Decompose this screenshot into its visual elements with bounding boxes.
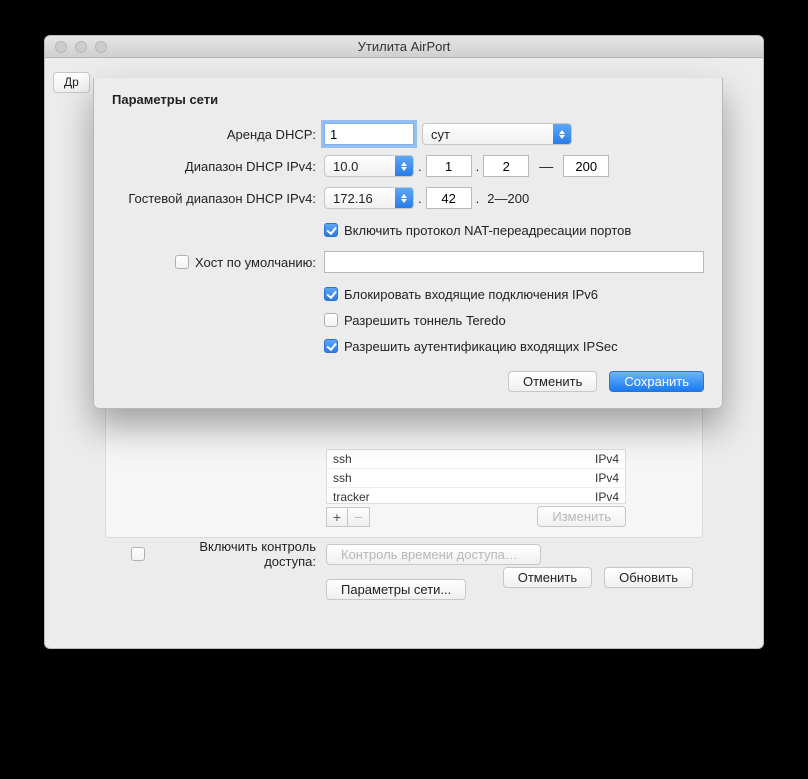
sheet-save-button[interactable]: Сохранить	[609, 371, 704, 392]
checkbox-icon	[175, 255, 189, 269]
dhcp-range-label: Диапазон DHCP IPv4:	[112, 159, 324, 174]
add-button[interactable]: +	[326, 507, 348, 527]
default-host-checkbox[interactable]: Хост по умолчанию:	[175, 255, 316, 270]
checkbox-icon	[131, 547, 145, 561]
sheet-title: Параметры сети	[112, 92, 704, 107]
zoom-icon[interactable]	[95, 41, 107, 53]
network-params-sheet: Параметры сети Аренда DHCP: сут Диапазон…	[93, 78, 723, 409]
dhcp-lease-unit-select[interactable]: сут	[422, 123, 572, 145]
ipsec-checkbox[interactable]: Разрешить аутентификацию входящих IPSec	[324, 339, 618, 354]
guest-range-static: 2—200	[487, 191, 529, 206]
chevron-updown-icon	[553, 124, 571, 144]
titlebar: Утилита AirPort	[45, 36, 763, 58]
block-ipv6-checkbox[interactable]: Блокировать входящие подключения IPv6	[324, 287, 598, 302]
sheet-footer: Отменить Сохранить	[112, 371, 704, 392]
edit-button[interactable]: Изменить	[537, 506, 626, 527]
dhcp-lease-label: Аренда DHCP:	[112, 127, 324, 142]
checkbox-icon	[324, 287, 338, 301]
sheet-cancel-button[interactable]: Отменить	[508, 371, 597, 392]
teredo-checkbox[interactable]: Разрешить тоннель Teredo	[324, 313, 506, 328]
remove-button[interactable]: −	[348, 507, 370, 527]
update-button[interactable]: Обновить	[604, 567, 693, 588]
guest-range-oct-input[interactable]	[426, 187, 472, 209]
dhcp-range-oct2-input[interactable]	[483, 155, 529, 177]
dhcp-range-oct1-input[interactable]	[426, 155, 472, 177]
checkbox-icon	[324, 339, 338, 353]
guest-subnet-select[interactable]: 172.16	[324, 187, 414, 209]
app-window: Утилита AirPort Др ssh IPv4 ss	[44, 35, 764, 649]
guest-range-label: Гостевой диапазон DHCP IPv4:	[112, 191, 324, 206]
traffic-lights	[45, 41, 107, 53]
list-item[interactable]: tracker IPv4	[327, 488, 625, 503]
list-item[interactable]: ssh IPv4	[327, 469, 625, 488]
dhcp-lease-input[interactable]	[324, 123, 414, 145]
close-icon[interactable]	[55, 41, 67, 53]
checkbox-icon	[324, 223, 338, 237]
nat-pmp-checkbox[interactable]: Включить протокол NAT-переадресации порт…	[324, 223, 631, 238]
chevron-updown-icon	[395, 156, 413, 176]
dhcp-range-end-input[interactable]	[563, 155, 609, 177]
dhcp-subnet-select[interactable]: 10.0	[324, 155, 414, 177]
window-title: Утилита AirPort	[45, 39, 763, 54]
access-time-button[interactable]: Контроль времени доступа…	[326, 544, 541, 565]
port-list[interactable]: ssh IPv4 ssh IPv4 tracker IPv4	[326, 449, 626, 504]
network-params-button[interactable]: Параметры сети...	[326, 579, 466, 600]
window-content: Др ssh IPv4 ssh IPv4	[45, 58, 763, 648]
chevron-updown-icon	[395, 188, 413, 208]
minimize-icon[interactable]	[75, 41, 87, 53]
access-control-checkbox[interactable]: Включить контроль доступа:	[131, 539, 316, 569]
other-button[interactable]: Др	[53, 72, 90, 93]
checkbox-icon	[324, 313, 338, 327]
default-host-input[interactable]	[324, 251, 704, 273]
list-item[interactable]: ssh IPv4	[327, 450, 625, 469]
window-footer: Отменить Обновить	[503, 567, 693, 588]
cancel-button[interactable]: Отменить	[503, 567, 592, 588]
